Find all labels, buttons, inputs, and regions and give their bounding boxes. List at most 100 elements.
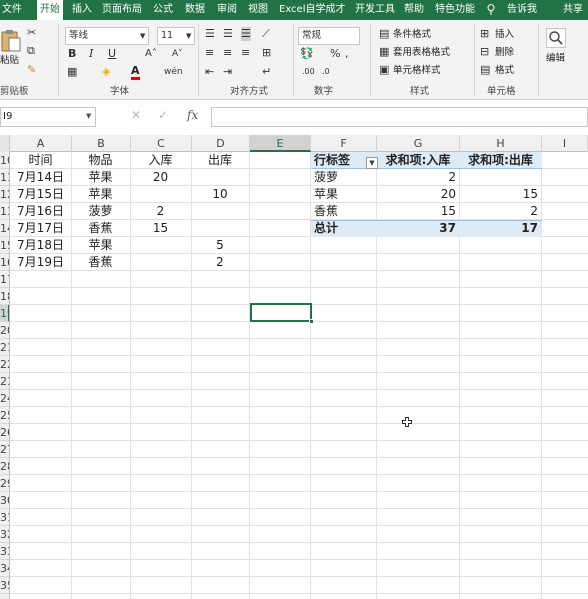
chevron-down-icon[interactable]: ▼ <box>86 112 91 120</box>
merge-center-icon[interactable]: ⊞ <box>262 46 271 60</box>
row-header[interactable]: 31 <box>0 509 9 526</box>
row-header[interactable]: 10 <box>0 152 9 169</box>
table-cell[interactable]: 5 <box>191 237 249 254</box>
column-header-d[interactable]: D <box>192 135 250 152</box>
align-right-icon[interactable]: ≡ <box>241 46 250 60</box>
row-header[interactable]: 33 <box>0 543 9 560</box>
format-as-table-button[interactable]: 套用表格格式 <box>393 46 450 60</box>
column-header-b[interactable]: B <box>72 135 131 152</box>
font-color-icon[interactable]: A <box>131 65 140 80</box>
table-cell[interactable]: 2 <box>191 254 249 271</box>
tab-data[interactable]: 数据 <box>185 0 205 20</box>
row-header[interactable]: 34 <box>0 560 9 577</box>
row-header[interactable]: 26 <box>0 424 9 441</box>
tab-file[interactable]: 文件 <box>2 0 22 20</box>
increase-font-icon[interactable]: A˄ <box>145 47 157 61</box>
tab-special-features[interactable]: 特色功能 <box>435 0 475 20</box>
row-header[interactable]: 28 <box>0 458 9 475</box>
column-header-f[interactable]: F <box>311 135 377 152</box>
pivot-grand-total-value[interactable]: 17 <box>460 220 541 237</box>
row-header[interactable]: 32 <box>0 526 9 543</box>
align-left-icon[interactable]: ≡ <box>205 46 214 60</box>
table-cell[interactable]: 2 <box>130 203 191 220</box>
table-cell[interactable]: 苹果 <box>71 237 130 254</box>
table-cell[interactable]: 20 <box>130 169 191 186</box>
cut-icon[interactable]: ✂ <box>27 26 36 40</box>
column-header-e[interactable]: E <box>250 135 311 152</box>
align-middle-icon[interactable]: ☰ <box>223 27 233 41</box>
increase-decimal-icon[interactable]: .00 <box>302 65 315 79</box>
paste-button[interactable]: 粘贴 <box>0 54 19 68</box>
decrease-indent-icon[interactable]: ⇤ <box>205 65 214 79</box>
pivot-grand-total-value[interactable]: 37 <box>377 220 459 237</box>
fill-color-icon[interactable]: ◈ <box>102 65 110 79</box>
insert-cells-button[interactable]: 插入 <box>495 28 514 42</box>
row-header[interactable]: 14 <box>0 220 9 237</box>
table-header-cell[interactable]: 时间 <box>10 152 71 169</box>
table-cell[interactable]: 苹果 <box>71 186 130 203</box>
number-format-select[interactable]: 常规 <box>298 27 360 45</box>
wrap-text-icon[interactable]: ↵ <box>262 65 271 79</box>
table-cell[interactable] <box>191 203 249 220</box>
table-cell[interactable] <box>191 220 249 237</box>
table-cell[interactable]: 香蕉 <box>71 220 130 237</box>
table-cell[interactable]: 7月18日 <box>10 237 71 254</box>
row-header[interactable]: 21 <box>0 339 9 356</box>
pivot-row-label[interactable]: 菠萝 <box>311 169 376 186</box>
table-cell[interactable]: 7月17日 <box>10 220 71 237</box>
pivot-value-header[interactable]: 求和项:出库 <box>460 152 541 169</box>
row-header[interactable]: 12 <box>0 186 9 203</box>
tab-excel-self-study[interactable]: Excel自学成才 <box>279 0 346 20</box>
percent-icon[interactable]: % <box>330 47 340 61</box>
table-cell[interactable]: 苹果 <box>71 169 130 186</box>
table-cell[interactable]: 15 <box>130 220 191 237</box>
pivot-value-cell[interactable]: 20 <box>377 186 459 203</box>
row-header[interactable]: 11 <box>0 169 9 186</box>
italic-button[interactable]: I <box>89 47 93 61</box>
table-cell[interactable]: 7月19日 <box>10 254 71 271</box>
tab-developer[interactable]: 开发工具 <box>355 0 395 20</box>
column-header-a[interactable]: A <box>10 135 72 152</box>
delete-cells-button[interactable]: 删除 <box>495 46 514 60</box>
decrease-decimal-icon[interactable]: .0 <box>322 65 330 79</box>
tab-page-layout[interactable]: 页面布局 <box>102 0 142 20</box>
row-header[interactable]: 25 <box>0 407 9 424</box>
conditional-formatting-button[interactable]: 条件格式 <box>393 28 431 42</box>
column-header-g[interactable]: G <box>377 135 460 152</box>
row-header[interactable]: 29 <box>0 475 9 492</box>
orientation-icon[interactable]: ⟋ <box>262 27 270 41</box>
row-header[interactable]: 17 <box>0 271 9 288</box>
tab-insert[interactable]: 插入 <box>72 0 92 20</box>
table-cell[interactable] <box>130 186 191 203</box>
table-header-cell[interactable]: 入库 <box>130 152 191 169</box>
underline-button[interactable]: U <box>108 47 116 61</box>
tab-formulas[interactable]: 公式 <box>153 0 173 20</box>
row-header[interactable]: 24 <box>0 390 9 407</box>
tab-view[interactable]: 视图 <box>248 0 268 20</box>
row-header[interactable]: 20 <box>0 322 9 339</box>
tab-home[interactable]: 开始 <box>37 0 63 20</box>
increase-indent-icon[interactable]: ⇥ <box>223 65 232 79</box>
row-header[interactable]: 22 <box>0 356 9 373</box>
row-header[interactable]: 16 <box>0 254 9 271</box>
select-all-corner[interactable] <box>0 135 10 152</box>
row-header[interactable]: 30 <box>0 492 9 509</box>
worksheet-grid[interactable]: 时间 物品 入库 出库 7月14日 苹果 20 7月15日 苹果 10 7月16… <box>10 152 588 599</box>
table-cell[interactable] <box>130 254 191 271</box>
tell-me-search[interactable]: 告诉我 <box>507 0 537 20</box>
currency-icon[interactable]: 💱 <box>300 47 314 61</box>
share-button[interactable]: 共享 <box>563 0 583 20</box>
cancel-icon[interactable]: ✕ <box>131 108 141 122</box>
comma-style-icon[interactable]: , <box>345 47 349 61</box>
enter-icon[interactable]: ✓ <box>158 108 168 122</box>
formula-input[interactable] <box>211 107 588 127</box>
pivot-value-cell[interactable]: 15 <box>460 186 541 203</box>
insert-function-button[interactable]: fx <box>187 108 198 122</box>
pivot-filter-dropdown[interactable]: ▼ <box>366 157 378 169</box>
pivot-value-header[interactable]: 求和项:入库 <box>377 152 459 169</box>
column-header-h[interactable]: H <box>460 135 542 152</box>
phonetic-icon[interactable]: wén <box>164 65 183 79</box>
active-cell-selection[interactable] <box>250 303 312 322</box>
bold-button[interactable]: B <box>68 47 76 61</box>
row-header[interactable]: 19 <box>0 305 9 322</box>
